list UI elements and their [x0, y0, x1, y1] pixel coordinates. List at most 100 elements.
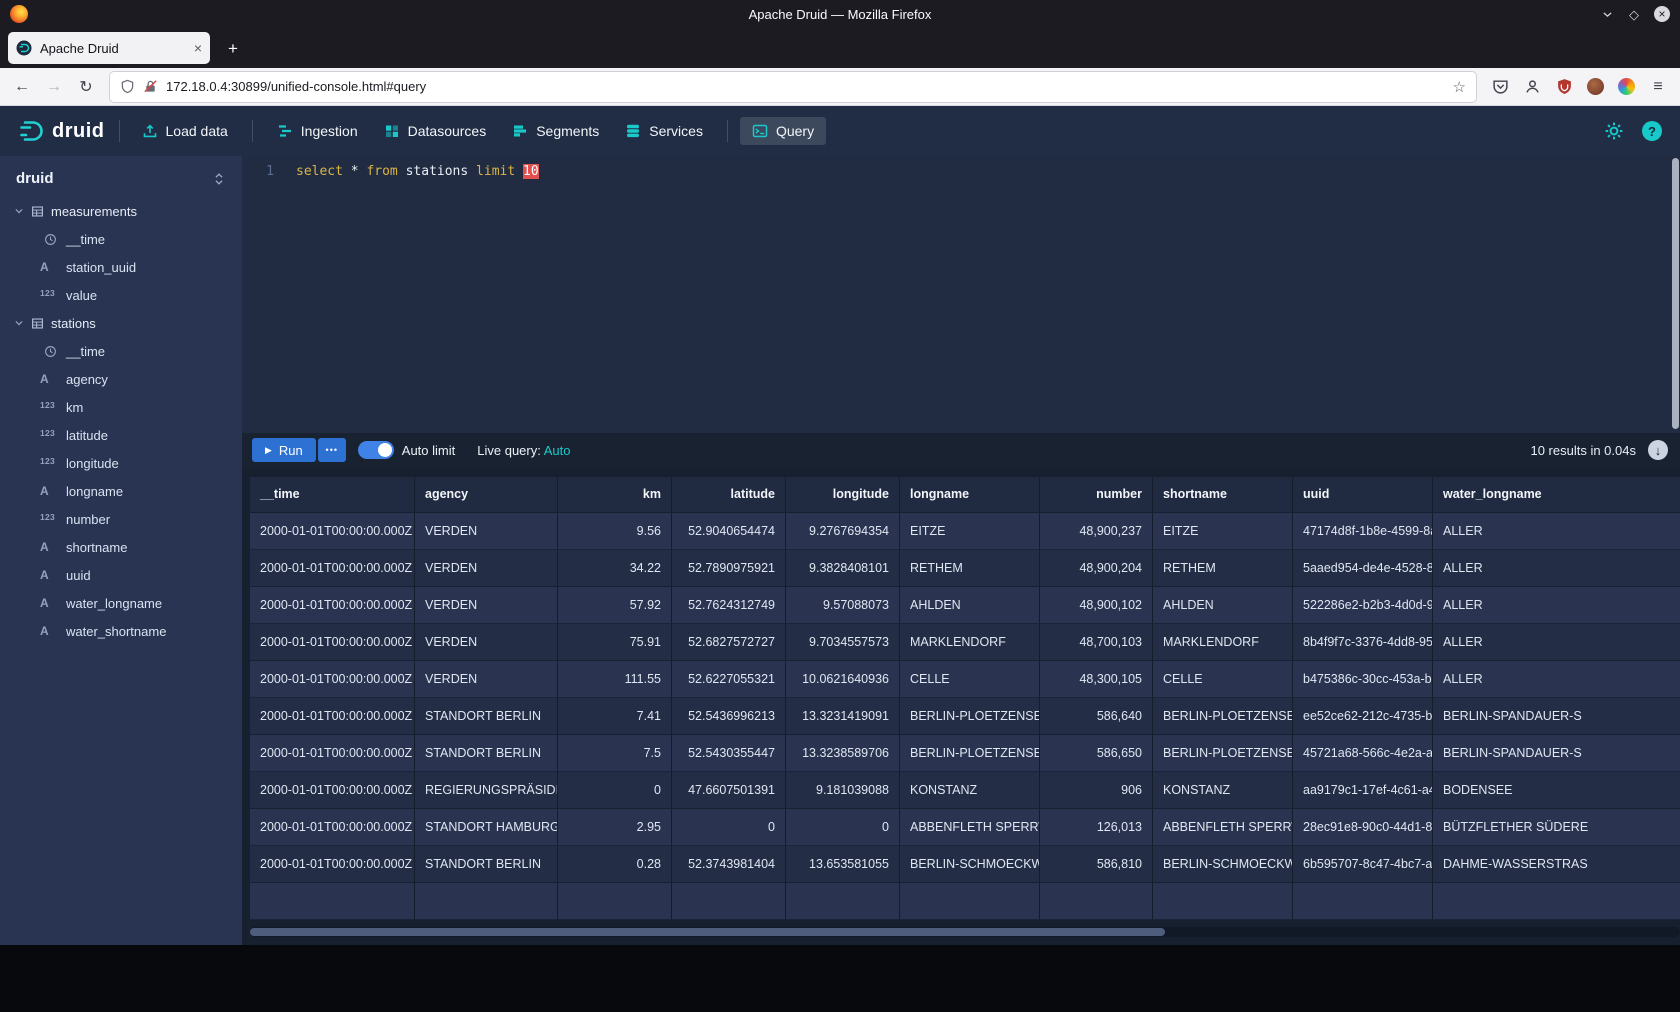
table-cell[interactable]: 906	[1040, 772, 1153, 809]
table-cell[interactable]: 2000-01-01T00:00:00.000Z	[250, 624, 415, 661]
column-header-latitude[interactable]: latitude	[672, 477, 786, 513]
table-cell[interactable]: BERLIN-SCHMOECKWITZ	[900, 846, 1040, 883]
schema-table-stations[interactable]: stations	[0, 309, 242, 337]
window-close-icon[interactable]: ×	[1654, 6, 1670, 22]
table-cell[interactable]	[1040, 883, 1153, 920]
table-cell[interactable]: 9.7034557573	[786, 624, 900, 661]
schema-column-value[interactable]: 123value	[0, 281, 242, 309]
table-cell[interactable]: AHLDEN	[1153, 587, 1293, 624]
table-cell[interactable]: STANDORT HAMBURG	[415, 809, 558, 846]
schema-column-__time[interactable]: __time	[0, 337, 242, 365]
column-header-shortname[interactable]: shortname	[1153, 477, 1293, 513]
table-cell[interactable]: 48,900,102	[1040, 587, 1153, 624]
schema-column-km[interactable]: 123km	[0, 393, 242, 421]
schema-column-shortname[interactable]: Ashortname	[0, 533, 242, 561]
table-cell[interactable]: STANDORT BERLIN	[415, 846, 558, 883]
table-cell[interactable]: VERDEN	[415, 624, 558, 661]
table-cell[interactable]	[1433, 883, 1680, 920]
table-cell[interactable]: 7.5	[558, 735, 672, 772]
forward-button[interactable]: →	[40, 73, 68, 101]
column-header-number[interactable]: number	[1040, 477, 1153, 513]
table-cell[interactable]: CELLE	[1153, 661, 1293, 698]
table-cell[interactable]: 52.6827572727	[672, 624, 786, 661]
table-cell[interactable]: 0	[672, 809, 786, 846]
table-cell[interactable]: 2.95	[558, 809, 672, 846]
table-cell[interactable]: 111.55	[558, 661, 672, 698]
table-cell[interactable]: EITZE	[900, 513, 1040, 550]
run-button[interactable]: ▶ Run	[252, 438, 316, 462]
table-cell[interactable]: 52.7890975921	[672, 550, 786, 587]
table-cell[interactable]: 2000-01-01T00:00:00.000Z	[250, 661, 415, 698]
table-cell[interactable]	[415, 883, 558, 920]
table-cell[interactable]: BERLIN-SCHMOECKWITZ	[1153, 846, 1293, 883]
table-cell[interactable]	[558, 883, 672, 920]
table-cell[interactable]: KONSTANZ	[900, 772, 1040, 809]
table-cell[interactable]: 75.91	[558, 624, 672, 661]
table-cell[interactable]: BERLIN-PLOETZENSEE C	[900, 698, 1040, 735]
table-cell[interactable]: STANDORT BERLIN	[415, 698, 558, 735]
table-cell[interactable]: VERDEN	[415, 550, 558, 587]
table-cell[interactable]: BERLIN-SPANDAUER-S	[1433, 698, 1680, 735]
back-button[interactable]: ←	[8, 73, 36, 101]
table-cell[interactable]: 2000-01-01T00:00:00.000Z	[250, 846, 415, 883]
auto-limit-toggle[interactable]	[358, 441, 394, 459]
table-cell[interactable]: aa9179c1-17ef-4c61-a48	[1293, 772, 1433, 809]
table-cell[interactable]: 9.181039088	[786, 772, 900, 809]
nav-services[interactable]: Services	[613, 117, 715, 145]
table-cell[interactable]	[1293, 883, 1433, 920]
table-cell[interactable]: RETHEM	[900, 550, 1040, 587]
table-cell[interactable]: AHLDEN	[900, 587, 1040, 624]
table-cell[interactable]: 6b595707-8c47-4bc7-a8	[1293, 846, 1433, 883]
table-cell[interactable]: 48,900,204	[1040, 550, 1153, 587]
table-cell[interactable]: ALLER	[1433, 587, 1680, 624]
table-cell[interactable]: ALLER	[1433, 624, 1680, 661]
table-cell[interactable]	[786, 883, 900, 920]
table-cell[interactable]: BERLIN-PLOETZENSEE U	[1153, 735, 1293, 772]
table-cell[interactable]: 126,013	[1040, 809, 1153, 846]
tab-close-icon[interactable]: ×	[194, 40, 202, 56]
table-cell[interactable]: VERDEN	[415, 513, 558, 550]
table-cell[interactable]: 10.0621640936	[786, 661, 900, 698]
column-header-longitude[interactable]: longitude	[786, 477, 900, 513]
column-header-water_longname[interactable]: water_longname	[1433, 477, 1680, 513]
table-cell[interactable]: 2000-01-01T00:00:00.000Z	[250, 735, 415, 772]
table-cell[interactable]	[250, 883, 415, 920]
help-icon[interactable]: ?	[1642, 121, 1662, 141]
table-cell[interactable]: 47.6607501391	[672, 772, 786, 809]
column-header-uuid[interactable]: uuid	[1293, 477, 1433, 513]
table-cell[interactable]: ee52ce62-212c-4735-b4	[1293, 698, 1433, 735]
schema-column-number[interactable]: 123number	[0, 505, 242, 533]
table-cell[interactable]: BERLIN-SPANDAUER-S	[1433, 735, 1680, 772]
table-cell[interactable]: 8b4f9f7c-3376-4dd8-95c	[1293, 624, 1433, 661]
double-caret-vertical-icon[interactable]	[212, 172, 226, 186]
table-cell[interactable]: 13.3231419091	[786, 698, 900, 735]
table-cell[interactable]: 586,650	[1040, 735, 1153, 772]
table-cell[interactable]: 2000-01-01T00:00:00.000Z	[250, 809, 415, 846]
table-cell[interactable]: CELLE	[900, 661, 1040, 698]
table-cell[interactable]: BODENSEE	[1433, 772, 1680, 809]
live-query-auto-link[interactable]: Auto	[544, 443, 571, 458]
pinwheel-extension-icon[interactable]	[1618, 78, 1635, 95]
column-header-km[interactable]: km	[558, 477, 672, 513]
table-cell[interactable]: BERLIN-PLOETZENSEE U	[900, 735, 1040, 772]
browser-tab-apache-druid[interactable]: Apache Druid ×	[8, 32, 210, 64]
new-tab-button[interactable]: +	[220, 39, 246, 59]
schema-column-water_shortname[interactable]: Awater_shortname	[0, 617, 242, 645]
table-cell[interactable]: b475386c-30cc-453a-b3	[1293, 661, 1433, 698]
schema-column-longitude[interactable]: 123longitude	[0, 449, 242, 477]
url-bar[interactable]: 172.18.0.4:30899/unified-console.html#qu…	[110, 72, 1476, 102]
table-cell[interactable]: 7.41	[558, 698, 672, 735]
table-cell[interactable]: 586,640	[1040, 698, 1153, 735]
table-cell[interactable]: STANDORT BERLIN	[415, 735, 558, 772]
table-cell[interactable]: 52.7624312749	[672, 587, 786, 624]
bookmark-star-icon[interactable]: ☆	[1453, 78, 1466, 96]
schema-column-uuid[interactable]: Auuid	[0, 561, 242, 589]
table-cell[interactable]: 0.28	[558, 846, 672, 883]
schema-column-water_longname[interactable]: Awater_longname	[0, 589, 242, 617]
table-cell[interactable]: 52.9040654474	[672, 513, 786, 550]
query-editor[interactable]: 1 select * from stations limit 10	[242, 156, 1680, 433]
menu-icon[interactable]: ≡	[1644, 73, 1672, 101]
table-cell[interactable]: 0	[786, 809, 900, 846]
table-cell[interactable]: 52.5430355447	[672, 735, 786, 772]
window-maximize-icon[interactable]: ◇	[1629, 8, 1639, 21]
